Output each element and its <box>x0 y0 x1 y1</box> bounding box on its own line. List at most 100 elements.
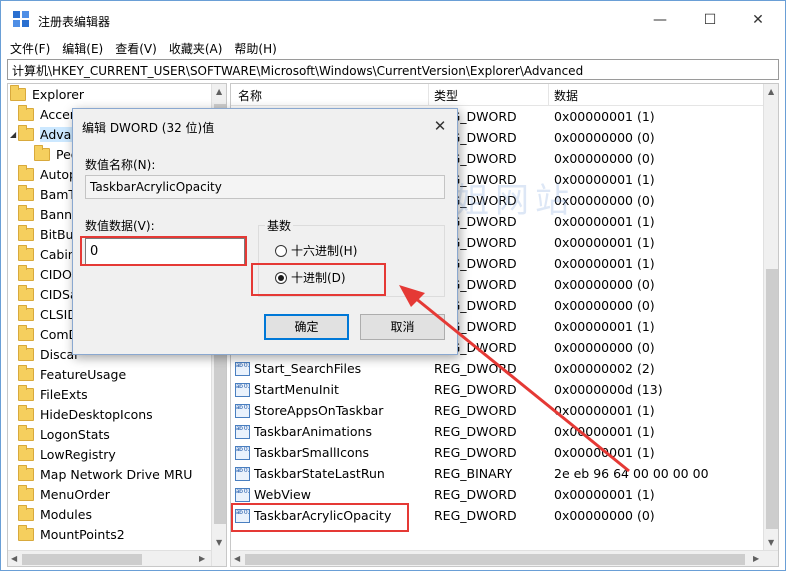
tree-item[interactable]: Modules <box>18 504 92 524</box>
column-divider[interactable] <box>428 84 429 106</box>
tree-item[interactable]: Accen <box>18 104 78 124</box>
menu-favorites[interactable]: 收藏夹(A) <box>169 40 223 57</box>
tree-item[interactable]: Cabin <box>18 244 76 264</box>
tree-item[interactable]: CIDSa <box>18 284 78 304</box>
ok-button[interactable]: 确定 <box>264 314 349 340</box>
close-window-button[interactable]: ✕ <box>735 5 781 35</box>
radio-off-icon <box>275 244 287 257</box>
tree-item[interactable]: LowRegistry <box>18 444 116 464</box>
scroll-thumb[interactable] <box>766 269 778 529</box>
value-data-cell: 0x00000001 (1) <box>554 319 655 334</box>
folder-icon <box>18 184 34 201</box>
table-row[interactable]: ab 011 110Start_SearchFiles REG_DWORD 0x00… <box>231 359 764 380</box>
edit-dword-dialog: 编辑 DWORD (32 位)值 ✕ 数值名称(N): TaskbarAcryl… <box>72 108 458 355</box>
registry-editor-window: 注册表编辑器 — ☐ ✕ 文件(F) 编辑(E) 查看(V) 收藏夹(A) 帮助… <box>0 0 786 571</box>
column-header-type[interactable]: 类型 <box>434 87 458 104</box>
value-data-cell: 0x00000001 (1) <box>554 403 655 418</box>
scroll-up-arrow-icon[interactable]: ▲ <box>768 87 774 96</box>
value-data-cell: 0x00000001 (1) <box>554 256 655 271</box>
address-bar[interactable]: 计算机\HKEY_CURRENT_USER\SOFTWARE\Microsoft… <box>7 59 779 80</box>
table-row[interactable]: ab 011 110StartMenuInit REG_DWORD 0x000000… <box>231 380 764 401</box>
radio-hexadecimal[interactable]: 十六进制(H) <box>275 242 357 259</box>
cancel-button[interactable]: 取消 <box>360 314 445 340</box>
tree-item[interactable]: Banne <box>18 204 80 224</box>
value-data-cell: 0x00000000 (0) <box>554 130 655 145</box>
value-name-cell: ab 011 110StoreAppsOnTaskbar <box>235 403 384 418</box>
value-type-cell: REG_BINARY <box>434 466 513 481</box>
list-horizontal-scrollbar[interactable]: ◀ ▶ <box>231 550 778 566</box>
value-data-cell: 0x00000001 (1) <box>554 109 655 124</box>
value-data-cell: 0x00000002 (2) <box>554 361 655 376</box>
reg-binary-value-icon: ab 011 110 <box>235 361 250 376</box>
menu-help[interactable]: 帮助(H) <box>234 40 276 57</box>
tree-item-explorer[interactable]: Explorer <box>10 84 84 104</box>
column-header-name[interactable]: 名称 <box>238 87 262 104</box>
open-folder-icon <box>18 124 34 141</box>
column-header-data[interactable]: 数据 <box>554 87 578 104</box>
menu-view[interactable]: 查看(V) <box>115 40 157 57</box>
tree-item[interactable]: BitBuc <box>18 224 80 244</box>
reg-binary-value-icon: ab 011 110 <box>235 445 250 460</box>
tree-item[interactable]: HideDesktopIcons <box>18 404 153 424</box>
dialog-close-button[interactable]: ✕ <box>429 115 451 137</box>
tree-item[interactable]: MenuOrder <box>18 484 110 504</box>
value-type-cell: REG_DWORD <box>434 508 517 523</box>
expanded-chevron-icon[interactable]: ◢ <box>10 130 18 139</box>
tree-item[interactable]: CIDOp <box>18 264 80 284</box>
scroll-left-arrow-icon[interactable]: ◀ <box>11 554 17 563</box>
annotation-box-taskbar-acrylic-opacity <box>231 503 409 532</box>
list-vertical-scrollbar[interactable]: ▲ ▼ <box>763 84 778 550</box>
tree-item[interactable]: LogonStats <box>18 424 110 444</box>
value-data-cell: 0x00000000 (0) <box>554 508 655 523</box>
scroll-down-arrow-icon[interactable]: ▼ <box>768 538 774 547</box>
folder-icon <box>18 404 34 421</box>
folder-icon <box>18 484 34 501</box>
title-bar: 注册表编辑器 — ☐ ✕ <box>1 1 785 37</box>
folder-icon <box>18 384 34 401</box>
value-data-cell: 0x00000001 (1) <box>554 445 655 460</box>
tree-item[interactable]: MountPoints2 <box>18 524 125 544</box>
table-row[interactable]: ab 011 110StoreAppsOnTaskbar REG_DWORD 0x0… <box>231 401 764 422</box>
scroll-right-arrow-icon[interactable]: ▶ <box>199 554 205 563</box>
folder-icon <box>18 344 34 361</box>
folder-icon <box>18 164 34 181</box>
folder-icon <box>34 144 50 161</box>
menu-edit[interactable]: 编辑(E) <box>62 40 103 57</box>
tree-item[interactable]: CLSID <box>18 304 77 324</box>
tree-item[interactable]: FeatureUsage <box>18 364 126 384</box>
tree-item[interactable]: FileExts <box>18 384 88 404</box>
menu-file[interactable]: 文件(F) <box>10 40 50 57</box>
tree-horizontal-scrollbar[interactable]: ◀ ▶ <box>8 550 211 566</box>
tree-item[interactable]: Map Network Drive MRU <box>18 464 192 484</box>
folder-icon <box>18 324 34 341</box>
registry-editor-icon <box>13 11 29 27</box>
value-type-cell: REG_DWORD <box>434 382 517 397</box>
table-row[interactable]: ab 011 110TaskbarAnimations REG_DWORD 0x00… <box>231 422 764 443</box>
folder-icon <box>18 504 34 521</box>
scroll-up-arrow-icon[interactable]: ▲ <box>216 87 222 96</box>
value-name-cell: ab 011 110StartMenuInit <box>235 382 339 397</box>
value-type-cell: REG_DWORD <box>434 424 517 439</box>
tree-item[interactable]: ComD <box>18 324 78 344</box>
scroll-right-arrow-icon[interactable]: ▶ <box>753 554 759 563</box>
tree-item[interactable]: Autop <box>18 164 77 184</box>
scroll-left-arrow-icon[interactable]: ◀ <box>234 554 240 563</box>
tree-item-advanced[interactable]: ◢ Advan <box>10 124 80 144</box>
folder-icon <box>10 84 26 101</box>
reg-binary-value-icon: ab 011 110 <box>235 382 250 397</box>
value-data-cell: 2e eb 96 64 00 00 00 00 <box>554 466 709 481</box>
scroll-down-arrow-icon[interactable]: ▼ <box>216 538 222 547</box>
window-title: 注册表编辑器 <box>38 15 111 29</box>
column-divider[interactable] <box>548 84 549 106</box>
maximize-button[interactable]: ☐ <box>687 5 733 35</box>
tree-item[interactable]: Discar <box>18 344 79 364</box>
table-row[interactable]: ab 011 110TaskbarStateLastRun REG_BINARY 2… <box>231 464 764 485</box>
scroll-thumb[interactable] <box>22 554 142 565</box>
minimize-button[interactable]: — <box>637 5 683 35</box>
value-type-cell: REG_DWORD <box>434 403 517 418</box>
tree-item[interactable]: BamT <box>18 184 76 204</box>
list-header: 名称 类型 数据 <box>231 84 764 106</box>
scroll-thumb[interactable] <box>245 554 745 565</box>
table-row[interactable]: ab 011 110TaskbarSmallIcons REG_DWORD 0x00… <box>231 443 764 464</box>
reg-binary-value-icon: ab 011 110 <box>235 424 250 439</box>
